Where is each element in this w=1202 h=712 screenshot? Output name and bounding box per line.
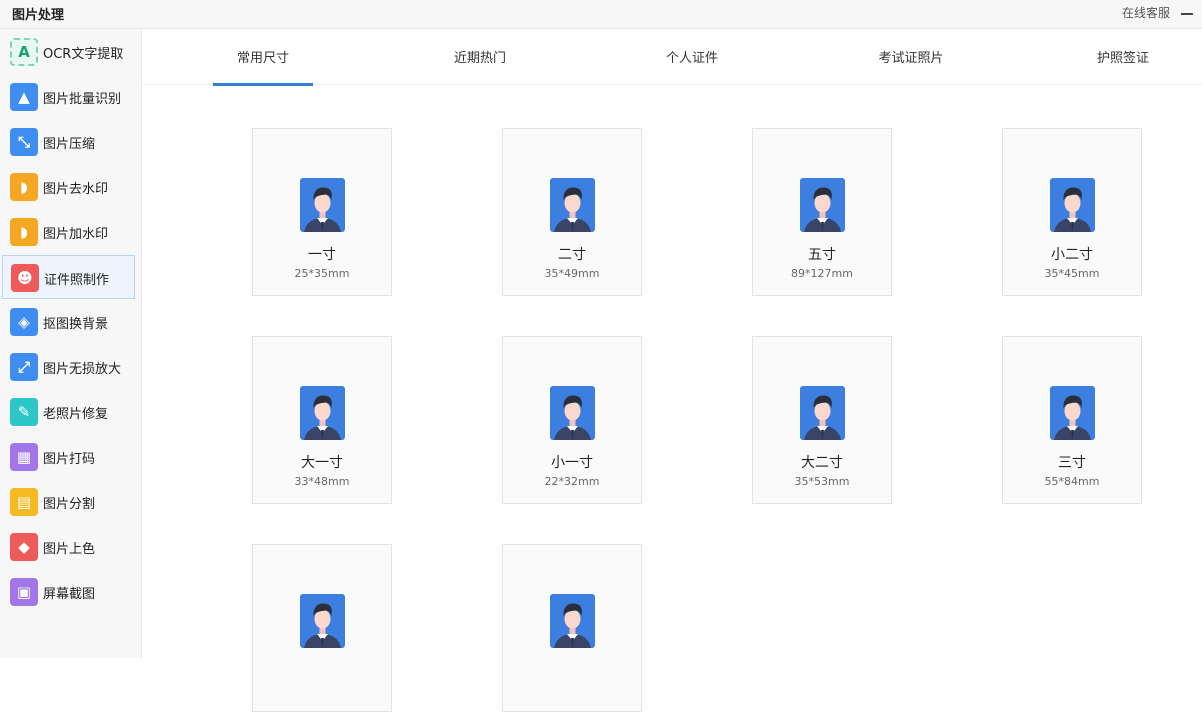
size-card[interactable]: 三寸 55*84mm: [1002, 336, 1142, 504]
sidebar-item-id-photo[interactable]: ☻ 证件照制作: [2, 255, 135, 299]
id-photo-avatar-icon: [300, 386, 345, 440]
size-dimensions: 33*48mm: [294, 475, 350, 488]
size-card[interactable]: 一寸 25*35mm: [252, 128, 392, 296]
id-photo-avatar-icon: [550, 386, 595, 440]
id-photo-avatar-icon: [300, 594, 345, 648]
split-icon: ▤: [10, 488, 38, 516]
sidebar-item-split[interactable]: ▤ 图片分割: [2, 480, 135, 524]
size-dimensions: 25*35mm: [294, 267, 350, 280]
id-photo-avatar-icon: [550, 594, 595, 648]
size-card[interactable]: 二寸 35*49mm: [502, 128, 642, 296]
sidebar-item-label: 图片打码: [43, 452, 96, 467]
id-photo-avatar-icon: [550, 178, 595, 232]
repair-icon: ✎: [10, 398, 38, 426]
tab-5[interactable]: 护照签证: [1063, 29, 1183, 85]
colorize-icon: ◆: [10, 533, 38, 561]
size-name: 小二寸: [1051, 247, 1093, 263]
size-dimensions: 35*53mm: [794, 475, 850, 488]
tab-label: 常用尺寸: [236, 51, 289, 66]
size-dimensions: 89*127mm: [791, 267, 853, 280]
sidebar-item-label: 图片上色: [43, 542, 96, 557]
size-card[interactable]: 大二寸 35*53mm: [752, 336, 892, 504]
sidebar-item-colorize[interactable]: ◆ 图片上色: [2, 525, 135, 569]
size-card[interactable]: [252, 544, 392, 712]
image-batch-icon: ▲: [10, 83, 38, 111]
enlarge-icon: ⤢: [10, 353, 38, 381]
sidebar-item-remove-watermark[interactable]: ◗ 图片去水印: [2, 165, 135, 209]
sidebar-item-label: 图片加水印: [43, 227, 109, 242]
size-dimensions: 55*84mm: [1044, 475, 1100, 488]
sidebar: A OCR文字提取 ▲ 图片批量识别 ⤡ 图片压缩 ◗ 图片去水印 ◗ 图片加水印 ☻ 证件照制作 ◈ 抠…: [0, 29, 142, 658]
compress-icon: ⤡: [10, 128, 38, 156]
id-photo-avatar-icon: [800, 386, 845, 440]
sidebar-item-label: 老照片修复: [43, 407, 109, 422]
remove-watermark-icon: ◗: [10, 173, 38, 201]
sidebar-item-compress[interactable]: ⤡ 图片压缩: [2, 120, 135, 164]
tab-label: 护照签证: [1096, 51, 1149, 66]
size-name: 二寸: [558, 247, 586, 263]
size-card[interactable]: 小一寸 22*32mm: [502, 336, 642, 504]
size-card[interactable]: 五寸 89*127mm: [752, 128, 892, 296]
size-name: 大一寸: [301, 455, 343, 471]
id-photo-icon: ☻: [11, 264, 39, 292]
size-card[interactable]: 大一寸 33*48mm: [252, 336, 392, 504]
id-photo-avatar-icon: [800, 178, 845, 232]
sidebar-item-add-watermark[interactable]: ◗ 图片加水印: [2, 210, 135, 254]
online-support-link[interactable]: 在线客服: [1122, 4, 1170, 21]
sidebar-item-label: 图片去水印: [43, 182, 109, 197]
minimize-button[interactable]: [1178, 4, 1196, 22]
tab-bar: 常用尺寸 近期热门 个人证件 考试证照片 护照签证: [143, 29, 1202, 86]
ocr-text-icon: A: [10, 38, 38, 66]
cutout-icon: ◈: [10, 308, 38, 336]
sidebar-item-screenshot[interactable]: ▣ 屏幕截图: [2, 570, 135, 614]
sidebar-item-ocr-text[interactable]: A OCR文字提取: [2, 30, 135, 74]
size-name: 一寸: [308, 247, 336, 263]
screenshot-icon: ▣: [10, 578, 38, 606]
sidebar-item-label: 图片分割: [43, 497, 96, 512]
sidebar-item-cutout[interactable]: ◈ 抠图换背景: [2, 300, 135, 344]
sidebar-item-label: 屏幕截图: [43, 587, 96, 602]
id-photo-avatar-icon: [1050, 386, 1095, 440]
sidebar-item-image-batch[interactable]: ▲ 图片批量识别: [2, 75, 135, 119]
size-name: 五寸: [808, 247, 836, 263]
tab-label: 个人证件: [665, 51, 718, 66]
sidebar-item-enlarge[interactable]: ⤢ 图片无损放大: [2, 345, 135, 389]
add-watermark-icon: ◗: [10, 218, 38, 246]
sidebar-item-label: 图片批量识别: [43, 92, 122, 107]
sidebar-item-repair[interactable]: ✎ 老照片修复: [2, 390, 135, 434]
size-dimensions: 22*32mm: [544, 475, 600, 488]
size-card[interactable]: [502, 544, 642, 712]
sidebar-item-label: OCR文字提取: [43, 47, 124, 62]
sidebar-item-label: 证件照制作: [44, 273, 110, 288]
tab-label: 考试证照片: [878, 51, 944, 66]
size-name: 大二寸: [801, 455, 843, 471]
sidebar-item-label: 抠图换背景: [43, 317, 109, 332]
size-card[interactable]: 小二寸 35*45mm: [1002, 128, 1142, 296]
size-name: 小一寸: [551, 455, 593, 471]
sidebar-item-label: 图片无损放大: [43, 362, 122, 377]
id-photo-avatar-icon: [1050, 178, 1095, 232]
sidebar-item-label: 图片压缩: [43, 137, 96, 152]
tab-3[interactable]: 个人证件: [632, 29, 752, 85]
tab-1[interactable]: 常用尺寸: [203, 29, 323, 85]
size-dimensions: 35*49mm: [544, 267, 600, 280]
size-dimensions: 35*45mm: [1044, 267, 1100, 280]
title-bar: 图片处理 在线客服: [0, 0, 1202, 29]
mosaic-icon: ▦: [10, 443, 38, 471]
app-title: 图片处理: [12, 8, 65, 23]
tab-label: 近期热门: [453, 51, 506, 66]
tab-2[interactable]: 近期热门: [420, 29, 540, 85]
tab-4[interactable]: 考试证照片: [851, 29, 971, 85]
id-photo-avatar-icon: [300, 178, 345, 232]
main-panel: 常用尺寸 近期热门 个人证件 考试证照片 护照签证 一寸 25*35mm 二寸 35*49m…: [143, 29, 1202, 712]
sidebar-item-mosaic[interactable]: ▦ 图片打码: [2, 435, 135, 479]
size-name: 三寸: [1058, 455, 1086, 471]
